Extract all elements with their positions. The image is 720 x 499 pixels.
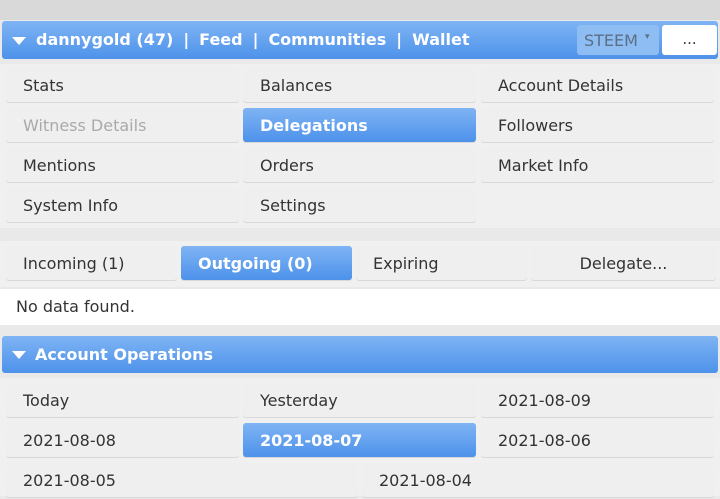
account-operations-header[interactable]: Account Operations	[2, 336, 718, 373]
tab-outgoing[interactable]: Outgoing (0)	[181, 246, 352, 280]
no-data-message: No data found.	[0, 289, 720, 325]
date-2021-08-04[interactable]: 2021-08-04	[362, 463, 714, 497]
menu-witness-details: Witness Details	[6, 108, 239, 142]
collapse-triangle-icon[interactable]	[12, 351, 26, 359]
date-2021-08-07[interactable]: 2021-08-07	[243, 423, 476, 457]
currency-select[interactable]: STEEM ▾	[577, 25, 659, 55]
menu-balances[interactable]: Balances	[243, 68, 476, 102]
date-2021-08-08[interactable]: 2021-08-08	[6, 423, 239, 457]
menu-followers[interactable]: Followers	[481, 108, 714, 142]
menu-delegations[interactable]: Delegations	[243, 108, 476, 142]
header-nav: dannygold (47) | Feed | Communities | Wallet	[36, 30, 469, 49]
nav-feed[interactable]: Feed	[199, 30, 242, 49]
section-title: Account Operations	[35, 345, 213, 364]
nav-separator: |	[396, 30, 403, 49]
menu-settings[interactable]: Settings	[243, 188, 476, 222]
date-today[interactable]: Today	[6, 383, 239, 417]
date-2021-08-09[interactable]: 2021-08-09	[481, 383, 714, 417]
header-bar: dannygold (47) | Feed | Communities | Wallet S…	[2, 21, 718, 59]
currency-label: STEEM	[584, 31, 638, 50]
top-strip	[0, 0, 720, 20]
nav-communities[interactable]: Communities	[268, 30, 386, 49]
menu-account-details[interactable]: Account Details	[481, 68, 714, 102]
nav-wallet[interactable]: Wallet	[412, 30, 469, 49]
tab-incoming[interactable]: Incoming (1)	[6, 246, 177, 280]
date-2021-08-06[interactable]: 2021-08-06	[481, 423, 714, 457]
tab-expiring[interactable]: Expiring	[356, 246, 527, 280]
menu-mentions[interactable]: Mentions	[6, 148, 239, 182]
delegate-button[interactable]: Delegate...	[531, 246, 716, 280]
collapse-triangle-icon[interactable]	[12, 37, 26, 45]
menu-market-info[interactable]: Market Info	[481, 148, 714, 182]
nav-separator: |	[183, 30, 190, 49]
date-yesterday[interactable]: Yesterday	[243, 383, 476, 417]
more-button[interactable]: ...	[662, 25, 717, 55]
menu-system-info[interactable]: System Info	[6, 188, 239, 222]
menu-orders[interactable]: Orders	[243, 148, 476, 182]
menu-stats[interactable]: Stats	[6, 68, 239, 102]
nav-separator: |	[252, 30, 259, 49]
dropdown-arrow-icon: ▾	[645, 32, 650, 42]
account-link[interactable]: dannygold (47)	[36, 30, 173, 49]
date-2021-08-05[interactable]: 2021-08-05	[6, 463, 358, 497]
